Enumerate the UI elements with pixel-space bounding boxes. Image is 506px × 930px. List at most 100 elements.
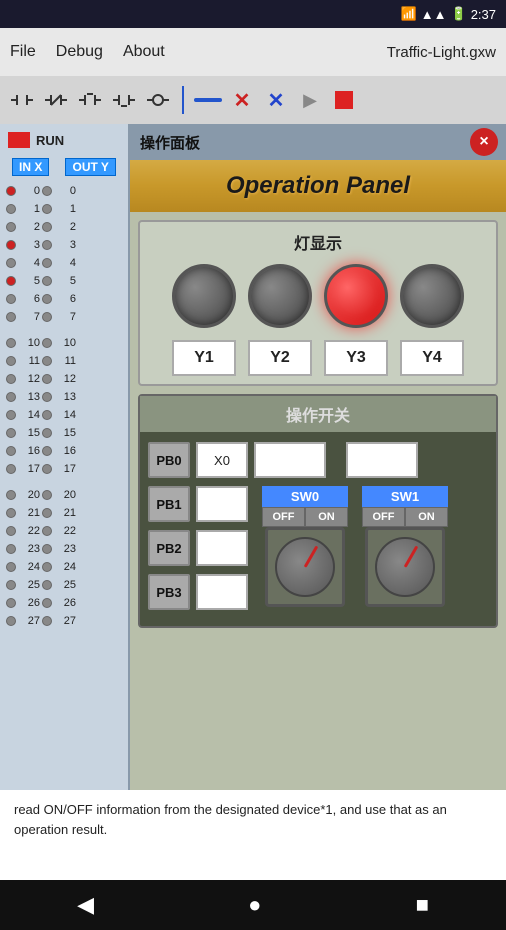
panel-titlebar: 操作面板 × [130, 124, 506, 160]
wifi-icon: 📶 [401, 6, 417, 22]
io-x-indicator [6, 464, 16, 474]
io-y-indicator [42, 490, 52, 500]
pb1-row: PB1 PB2 PB3 [148, 486, 488, 610]
io-row: 44 [0, 254, 128, 272]
io-x-indicator [6, 428, 16, 438]
io-row: 1616 [0, 442, 128, 460]
nav-recent-button[interactable]: ■ [416, 892, 429, 918]
pb1-subrow: PB1 [148, 486, 248, 522]
io-x-indicator [6, 616, 16, 626]
menu-about[interactable]: About [123, 43, 165, 61]
toolbar-line-icon[interactable] [194, 98, 222, 102]
main-area: RUN IN X OUT Y 00 11 22 33 44 55 66 77 1… [0, 124, 506, 790]
toolbar-divider [182, 86, 184, 114]
toolbar-coil-icon[interactable] [144, 86, 172, 114]
panel-close-button[interactable]: × [470, 128, 498, 156]
sw0-buttons: OFF ON [262, 507, 348, 527]
io-y-indicator [42, 222, 52, 232]
sw0-off-button[interactable]: OFF [262, 507, 305, 527]
run-label: RUN [36, 133, 64, 148]
light-label-y4: Y4 [400, 340, 464, 376]
toolbar-play-icon[interactable]: ▶ [296, 86, 324, 114]
io-row: 2323 [0, 540, 128, 558]
toolbar-contact3-icon[interactable] [76, 86, 104, 114]
sw0-dial[interactable] [265, 527, 345, 607]
io-y-indicator [42, 598, 52, 608]
pb3-subrow: PB3 [148, 574, 248, 610]
io-row: 1515 [0, 424, 128, 442]
io-y-indicator [42, 446, 52, 456]
nav-back-button[interactable]: ◀ [77, 892, 94, 918]
pb0-row: PB0 X0 [148, 442, 488, 478]
light-bulb-2 [248, 264, 312, 328]
io-y-indicator [42, 410, 52, 420]
pb3-button[interactable]: PB3 [148, 574, 190, 610]
pb2-field [196, 530, 248, 566]
io-header-y: OUT Y [65, 158, 115, 176]
io-x-indicator [6, 276, 16, 286]
io-x-indicator [6, 526, 16, 536]
io-row: 1212 [0, 370, 128, 388]
pb2-button[interactable]: PB2 [148, 530, 190, 566]
io-y-indicator [42, 204, 52, 214]
io-row: 22 [0, 218, 128, 236]
toolbar-cross-icon[interactable]: ✕ [262, 86, 290, 114]
sw0-group: SW0 OFF ON [262, 486, 348, 607]
labels-row: Y1 Y2 Y3 Y4 [148, 340, 488, 376]
io-y-indicator [42, 428, 52, 438]
toolbar-delete-icon[interactable]: ✕ [228, 86, 256, 114]
toolbar-contact2-icon[interactable] [42, 86, 70, 114]
sw1-dial-needle [404, 545, 419, 567]
light-label-y1: Y1 [172, 340, 236, 376]
io-x-indicator [6, 374, 16, 384]
io-row: 00 [0, 182, 128, 200]
toolbar-contact1-icon[interactable] [8, 86, 36, 114]
bottom-text-content: read ON/OFF information from the designa… [14, 802, 447, 837]
android-nav-bar: ◀ ● ■ [0, 880, 506, 930]
io-row: 66 [0, 290, 128, 308]
io-row: 1010 [0, 334, 128, 352]
op-panel-body: Operation Panel 灯显示 Y1 Y2 Y3 Y4 [130, 160, 506, 790]
io-header-x: IN X [12, 158, 49, 176]
io-row: 2525 [0, 576, 128, 594]
io-x-indicator [6, 392, 16, 402]
light-bulb-3 [324, 264, 388, 328]
io-x-indicator [6, 294, 16, 304]
switch-section: 操作开关 PB0 X0 PB1 [138, 394, 498, 628]
toolbar-stop-icon[interactable] [330, 86, 358, 114]
io-row: 1414 [0, 406, 128, 424]
sw0-dial-inner [275, 537, 335, 597]
toolbar-contact4-icon[interactable] [110, 86, 138, 114]
io-y-indicator [42, 338, 52, 348]
io-panel: RUN IN X OUT Y 00 11 22 33 44 55 66 77 1… [0, 124, 130, 790]
io-row: 55 [0, 272, 128, 290]
sw1-off-button[interactable]: OFF [362, 507, 405, 527]
io-x-indicator [6, 356, 16, 366]
sw1-dial[interactable] [365, 527, 445, 607]
io-row: 1313 [0, 388, 128, 406]
io-y-indicator [42, 356, 52, 366]
light-bulb-1 [172, 264, 236, 328]
sw1-on-button[interactable]: ON [405, 507, 448, 527]
lights-row [148, 264, 488, 328]
pb1-button[interactable]: PB1 [148, 486, 190, 522]
io-y-indicator [42, 312, 52, 322]
pb0-button[interactable]: PB0 [148, 442, 190, 478]
io-header: IN X OUT Y [0, 156, 128, 178]
pb1-field [196, 486, 248, 522]
switch-section-title: 操作开关 [140, 396, 496, 432]
sw0-dial-needle [304, 545, 319, 567]
status-bar: 📶 ▲▲ 🔋 2:37 [0, 0, 506, 28]
menu-debug[interactable]: Debug [56, 43, 103, 61]
light-bulb-4 [400, 264, 464, 328]
menu-file[interactable]: File [10, 43, 36, 61]
io-rows-group2: 1010 1111 1212 1313 1414 1515 1616 1717 [0, 334, 128, 478]
io-y-indicator [42, 464, 52, 474]
io-y-indicator [42, 392, 52, 402]
nav-home-button[interactable]: ● [248, 892, 261, 918]
io-x-indicator [6, 240, 16, 250]
io-y-indicator [42, 276, 52, 286]
sw0-on-button[interactable]: ON [305, 507, 348, 527]
io-x-indicator [6, 186, 16, 196]
io-y-indicator [42, 186, 52, 196]
